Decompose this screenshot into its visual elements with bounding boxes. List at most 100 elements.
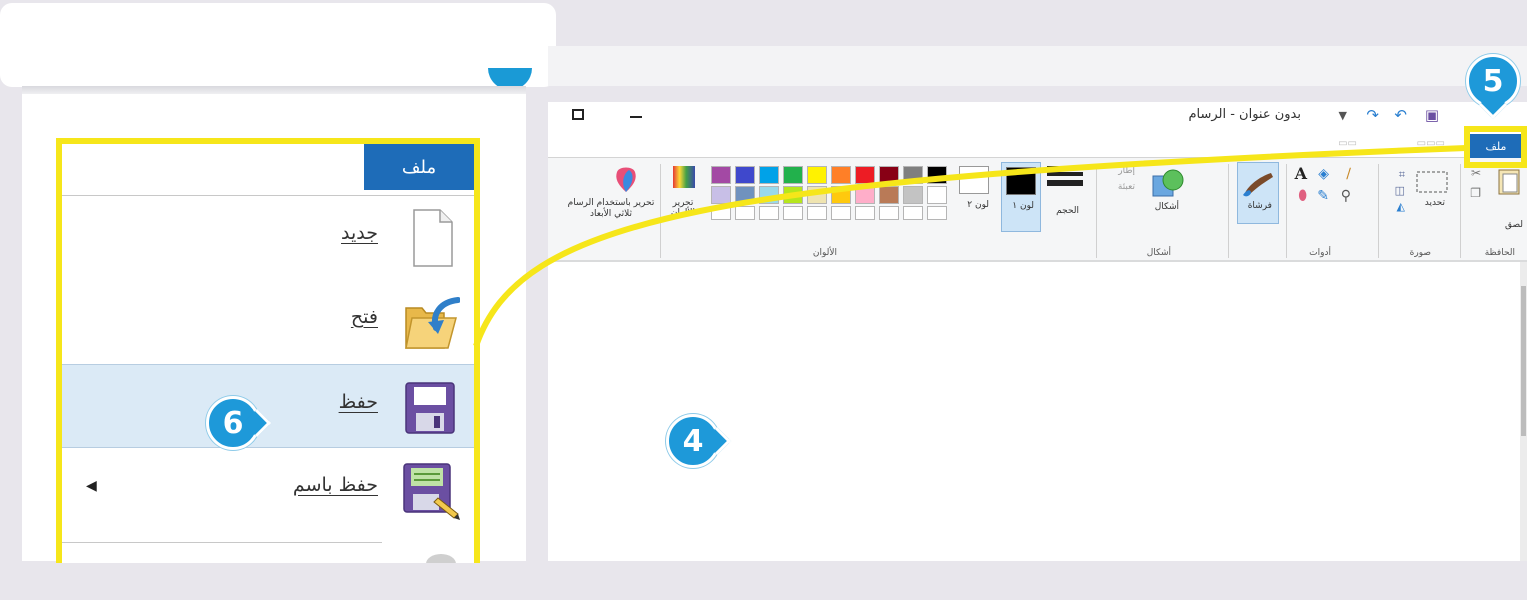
tab-home[interactable]: ▭▭▭ (1417, 138, 1445, 149)
crop-icon[interactable]: ⌗ (1399, 168, 1405, 182)
color-swatch[interactable] (783, 186, 803, 204)
color-swatch[interactable] (903, 186, 923, 204)
menu-divider (62, 542, 382, 543)
color-picker-icon[interactable]: ✎ (1317, 188, 1329, 204)
resize-icon[interactable]: ◫ (1395, 184, 1405, 197)
brushes-button[interactable]: فرشاة (1237, 162, 1279, 224)
submenu-arrow-icon: ◀ (86, 478, 97, 494)
color-swatch[interactable] (831, 166, 851, 184)
magnifier-icon[interactable]: ⚲ (1341, 188, 1351, 204)
paint-window: بدون عنوان - الرسام ▼ ↷ ↶ ▣ ▭▭ ▭▭▭ ملف ل… (548, 102, 1527, 561)
shapes-label[interactable]: أشكال (1155, 202, 1179, 212)
custom-color-slot[interactable] (711, 206, 731, 220)
menu-item-new-label: جديد (341, 222, 378, 244)
custom-color-slot[interactable] (879, 206, 899, 220)
file-menu-tab[interactable]: ملف (364, 144, 474, 190)
color2-button[interactable]: لون ٢ (955, 162, 995, 232)
color-swatch[interactable] (879, 166, 899, 184)
scrollbar-thumb[interactable] (1521, 286, 1526, 436)
header-strip (548, 46, 1527, 86)
brush-icon (1243, 173, 1273, 197)
fill-label[interactable]: تعبئة (1118, 182, 1135, 192)
save-as-icon (403, 463, 460, 520)
color-swatch[interactable] (735, 166, 755, 184)
cut-icon[interactable]: ✂ (1471, 166, 1481, 180)
save-icon[interactable]: ▣ (1425, 106, 1439, 124)
group-colors: الألوان (812, 248, 837, 258)
separator (1228, 164, 1229, 258)
undo-icon[interactable]: ↶ (1394, 106, 1407, 124)
custom-color-slot[interactable] (735, 206, 755, 220)
paint3d-label[interactable]: تحرير باستخدام الرسام ثلاثي الأبعاد (561, 198, 661, 220)
color-palette (707, 166, 947, 220)
size-label: الحجم (1056, 206, 1079, 216)
color2-swatch (959, 166, 989, 194)
size-button[interactable] (1047, 166, 1083, 186)
pencil-icon[interactable]: ∕ (1346, 166, 1351, 182)
color-swatch[interactable] (903, 166, 923, 184)
color-swatch[interactable] (879, 186, 899, 204)
custom-color-slot[interactable] (831, 206, 851, 220)
color-swatch[interactable] (759, 186, 779, 204)
copy-icon[interactable]: ❐ (1470, 186, 1481, 200)
edit-colors-label[interactable]: تحرير الألوان (665, 198, 701, 218)
qat-dropdown-icon[interactable]: ▼ (1339, 109, 1347, 122)
maximize-icon[interactable] (572, 109, 584, 120)
custom-color-slot[interactable] (759, 206, 779, 220)
rotate-icon[interactable]: ◭ (1397, 200, 1405, 213)
menu-item-new[interactable]: جديد (62, 196, 474, 280)
new-document-icon (413, 209, 453, 267)
color-swatch[interactable] (711, 166, 731, 184)
color-swatch[interactable] (783, 166, 803, 184)
group-shapes: أشكال (1146, 248, 1171, 258)
custom-color-slot[interactable] (927, 206, 947, 220)
callout-number: 5 (1482, 63, 1504, 99)
outline-label[interactable]: إطار (1118, 166, 1135, 176)
menu-item-save-as[interactable]: ◀ حفظ باسم (62, 448, 474, 532)
paste-label[interactable]: لصق (1505, 220, 1523, 230)
separator (1378, 164, 1379, 258)
paint3d-icon[interactable] (611, 164, 641, 194)
step-callout-6: 6 (206, 396, 272, 450)
color-swatch[interactable] (927, 186, 947, 204)
menu-item-save[interactable]: حفظ (62, 364, 474, 448)
color-swatch[interactable] (855, 186, 875, 204)
color-swatch[interactable] (711, 186, 731, 204)
custom-color-slot[interactable] (855, 206, 875, 220)
separator (1460, 164, 1461, 258)
color-swatch[interactable] (759, 166, 779, 184)
custom-color-slot[interactable] (903, 206, 923, 220)
redo-icon[interactable]: ↷ (1366, 106, 1379, 124)
color1-label: لون ١ (1012, 201, 1034, 211)
edit-colors-icon[interactable] (671, 164, 697, 190)
minimize-icon[interactable] (630, 116, 642, 118)
color-swatch[interactable] (807, 166, 827, 184)
open-folder-icon (405, 297, 460, 349)
fill-tool-icon[interactable]: ◈ (1318, 166, 1329, 182)
file-tab-highlight-frame (1464, 126, 1527, 168)
group-clipboard: الحافظة (1484, 248, 1515, 258)
select-label[interactable]: تحديد (1425, 198, 1445, 208)
select-icon[interactable] (1415, 170, 1449, 196)
ribbon-tabs: ▭▭ ▭▭▭ ملف (548, 132, 1527, 158)
paste-icon[interactable] (1497, 166, 1521, 196)
custom-color-slot[interactable] (807, 206, 827, 220)
color-swatch[interactable] (927, 166, 947, 184)
color1-swatch (1006, 167, 1036, 195)
save-floppy-icon (405, 382, 455, 434)
drawing-canvas[interactable] (548, 262, 1520, 561)
color-swatch[interactable] (831, 186, 851, 204)
color-swatch[interactable] (735, 186, 755, 204)
color-swatch[interactable] (807, 186, 827, 204)
eraser-icon[interactable]: ⬮ (1298, 188, 1307, 204)
text-tool-icon[interactable]: A (1295, 164, 1307, 183)
tab-view[interactable]: ▭▭ (1338, 138, 1357, 149)
step-callout-5: 5 (1466, 54, 1520, 120)
shapes-icon[interactable] (1147, 166, 1187, 198)
color1-button[interactable]: لون ١ (1001, 162, 1041, 232)
color-swatch[interactable] (855, 166, 875, 184)
menu-item-save-as-label: حفظ باسم (292, 474, 378, 496)
custom-color-slot[interactable] (783, 206, 803, 220)
callout-number: 6 (222, 405, 244, 441)
menu-item-open[interactable]: فتح (62, 280, 474, 364)
